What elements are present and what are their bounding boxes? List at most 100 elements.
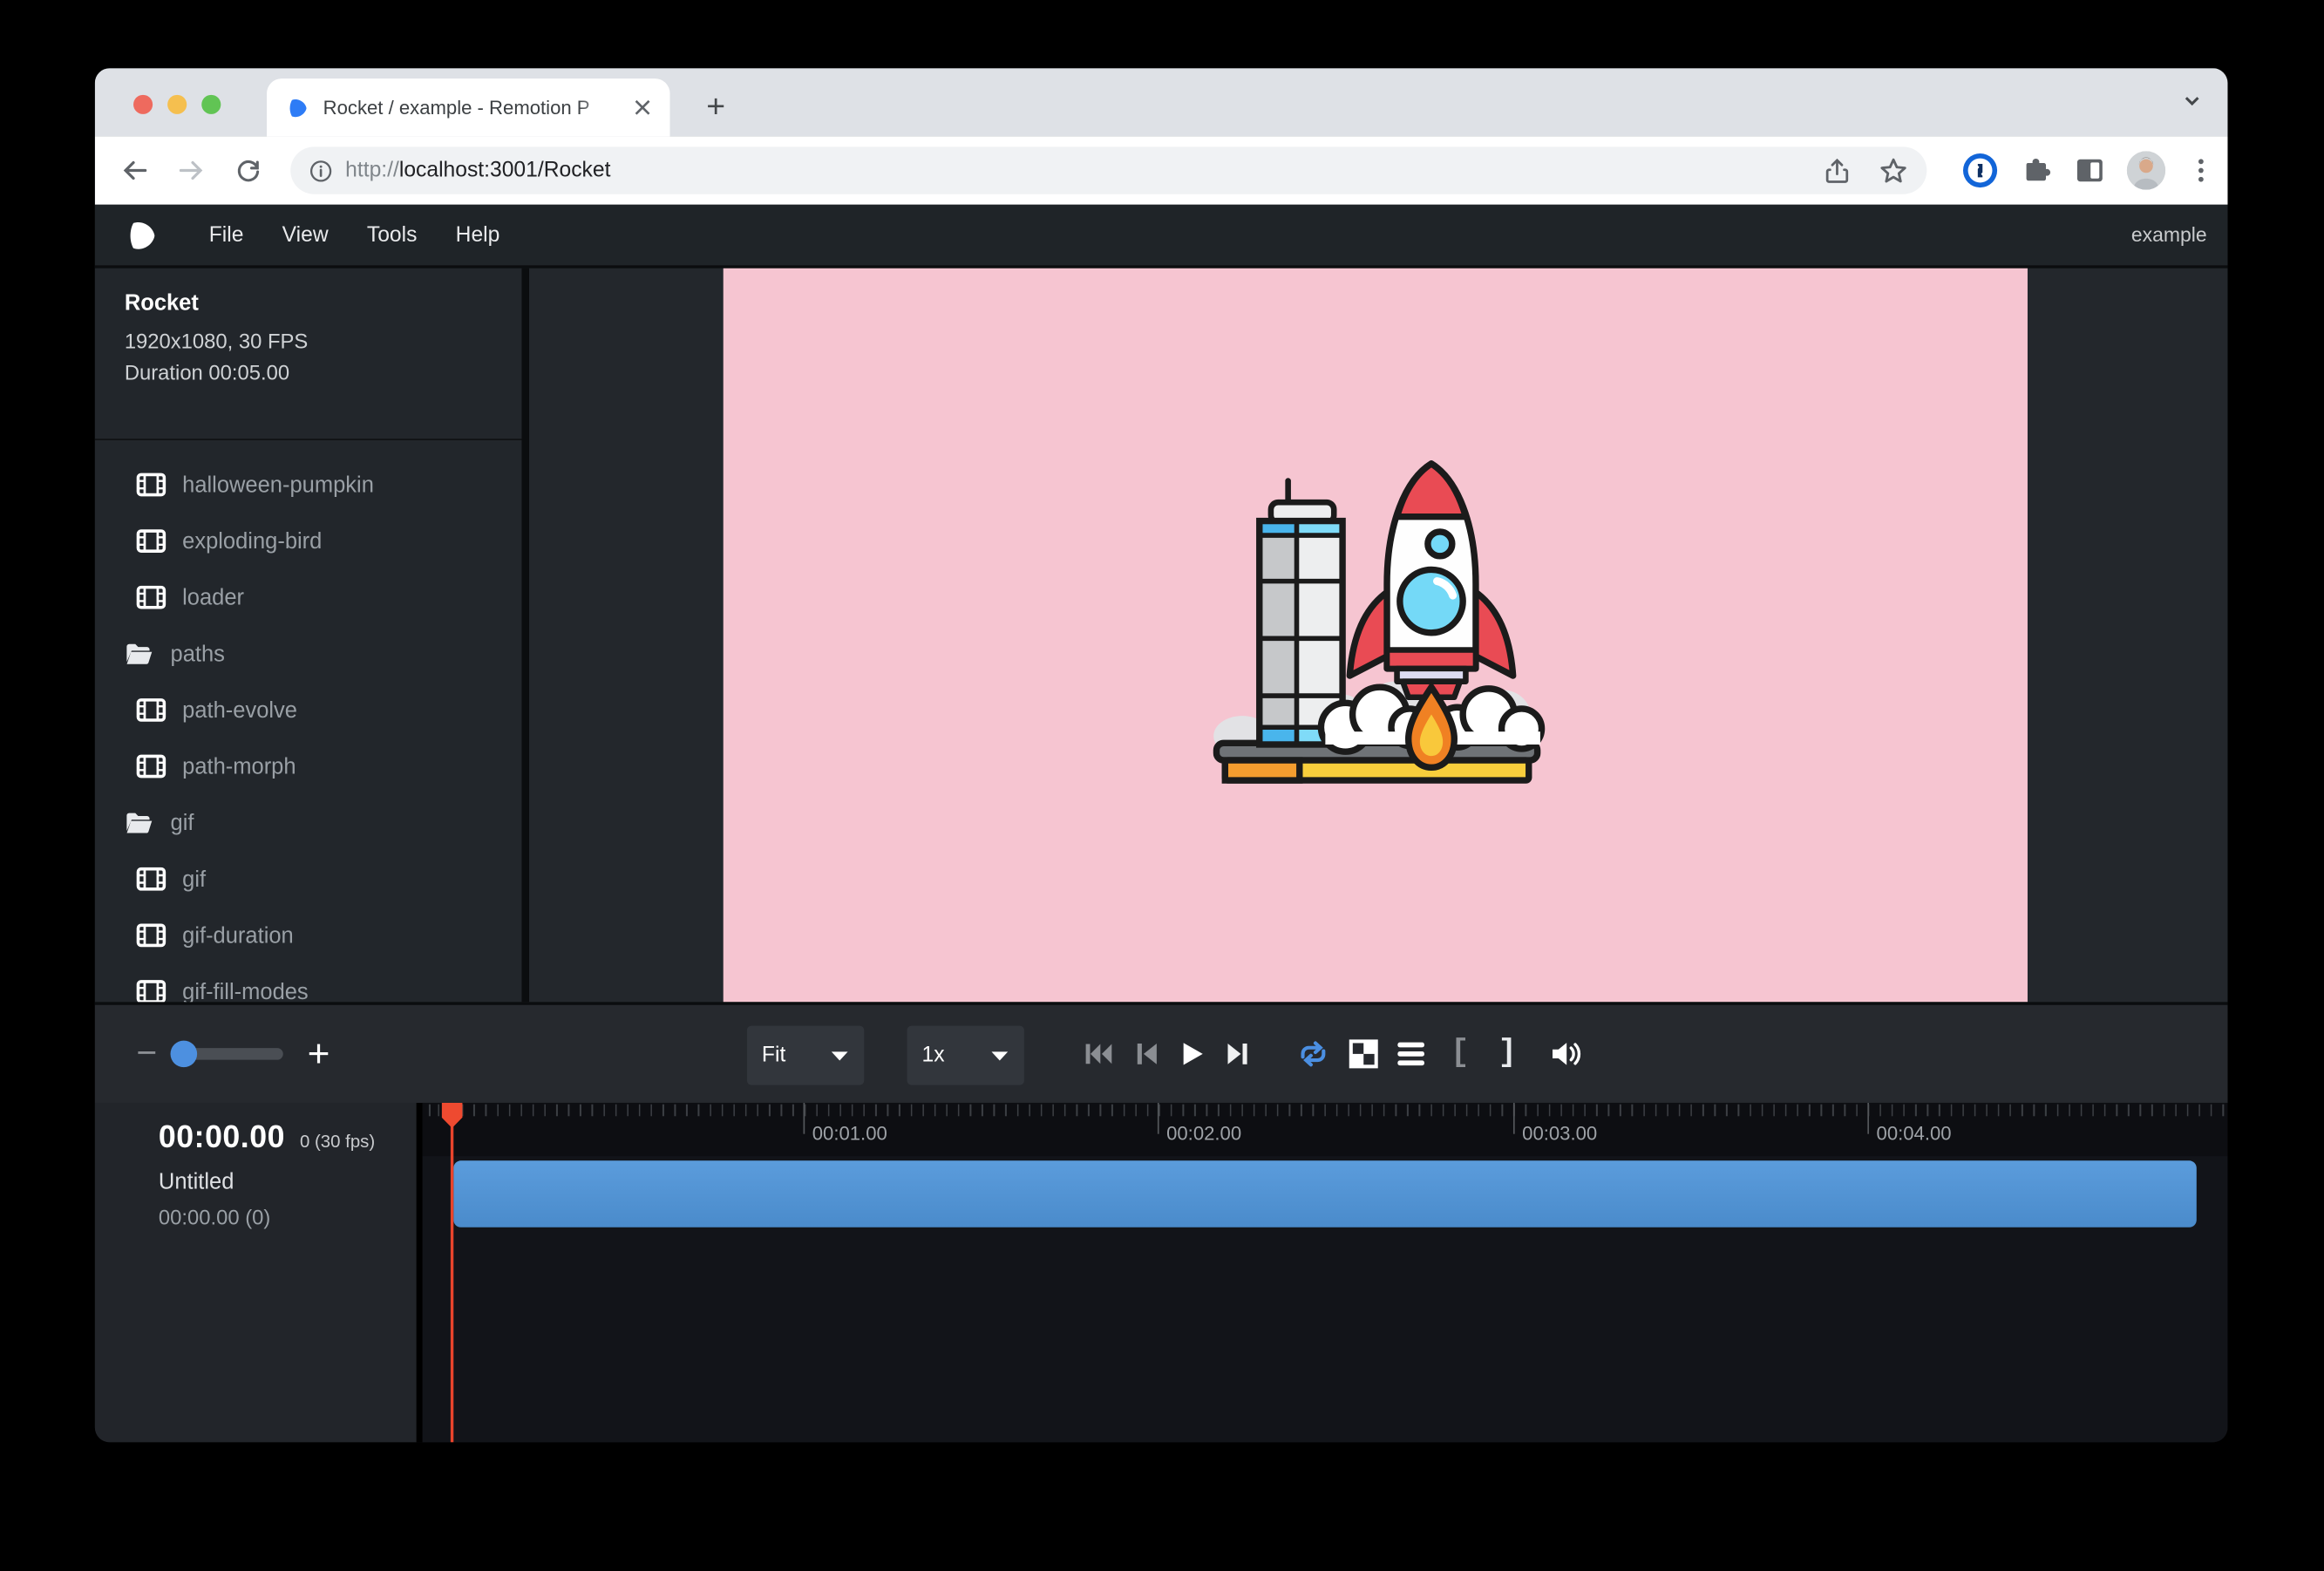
tab-title: Rocket / example - Remotion P xyxy=(323,97,614,119)
current-time-display: 00:00.00 xyxy=(159,1120,285,1156)
playback-speed-value: 1x xyxy=(922,1044,945,1067)
film-icon xyxy=(136,698,166,722)
remotion-logo-icon xyxy=(127,219,157,251)
menu-item[interactable]: File xyxy=(190,223,263,247)
menu-item[interactable]: Help xyxy=(437,223,520,247)
timeline-rows-icon[interactable] xyxy=(1396,1041,1426,1068)
current-frame-display: 0 (30 fps) xyxy=(300,1131,375,1152)
film-icon xyxy=(136,867,166,891)
tab-close-icon[interactable] xyxy=(629,94,656,121)
composition-label: gif-fill-modes xyxy=(182,979,309,1004)
back-icon[interactable] xyxy=(112,148,157,193)
play-icon[interactable] xyxy=(1179,1039,1206,1069)
second-tick: 00:01.00 xyxy=(804,1103,805,1134)
window-controls xyxy=(133,95,221,114)
forward-icon[interactable] xyxy=(169,148,214,193)
second-tick: 00:03.00 xyxy=(1513,1103,1515,1134)
folder-open-icon xyxy=(125,811,154,834)
minimize-window-button[interactable] xyxy=(167,95,187,114)
composition-list-item[interactable]: loader xyxy=(95,569,522,626)
composition-info: Rocket 1920x1080, 30 FPS Duration 00:05.… xyxy=(95,269,522,440)
second-tick-label: 00:03.00 xyxy=(1522,1122,1597,1145)
project-name-label: example xyxy=(2131,224,2207,247)
composition-list: halloween-pumpkin xyxy=(95,440,522,1020)
timeline-tracks-area[interactable]: 00:01.00 00:02.00 00:03.00 00:04.00 xyxy=(423,1103,2228,1442)
playback-speed-select[interactable]: 1x xyxy=(907,1026,1024,1085)
browser-menu-icon[interactable] xyxy=(2186,156,2216,186)
composition-list-item[interactable]: gif xyxy=(95,851,522,908)
timeline-divider xyxy=(417,1103,423,1442)
zoom-out-button[interactable]: − xyxy=(136,1033,157,1075)
playhead-line[interactable] xyxy=(451,1103,453,1442)
composition-label: halloween-pumpkin xyxy=(182,473,374,498)
app-menubar: FileViewToolsHelp example xyxy=(95,205,2228,269)
remotion-favicon xyxy=(288,96,310,119)
zoom-in-button[interactable]: + xyxy=(308,1031,330,1078)
composition-label: path-evolve xyxy=(182,697,297,723)
profile-avatar[interactable] xyxy=(2127,151,2165,189)
new-tab-button[interactable]: + xyxy=(697,87,735,126)
close-window-button[interactable] xyxy=(133,95,153,114)
url-text: http://localhost:3001/Rocket xyxy=(345,159,610,182)
composition-list-item[interactable]: path-morph xyxy=(95,738,522,795)
player-controls-bar: − + Fit 1x xyxy=(95,1002,2228,1103)
timeline-track-bar[interactable] xyxy=(453,1160,2197,1228)
composition-label: gif xyxy=(182,867,206,892)
extensions-puzzle-icon[interactable] xyxy=(2020,154,2052,187)
menubar-items: FileViewToolsHelp xyxy=(190,223,520,247)
zoom-slider[interactable] xyxy=(180,1048,283,1060)
bookmark-star-icon[interactable] xyxy=(1878,155,1909,187)
timeline-ruler[interactable] xyxy=(423,1103,2228,1156)
composition-resolution: 1920x1080, 30 FPS xyxy=(125,326,522,357)
second-tick: 00:02.00 xyxy=(1158,1103,1159,1134)
composition-list-item[interactable]: gif xyxy=(95,794,522,851)
composition-label: path-morph xyxy=(182,754,296,779)
chevron-down-icon xyxy=(990,1049,1009,1062)
composition-list-item[interactable]: gif-duration xyxy=(95,908,522,964)
previous-frame-icon[interactable] xyxy=(1132,1039,1159,1069)
zoom-slider-thumb[interactable] xyxy=(171,1041,198,1068)
composition-duration: Duration 00:05.00 xyxy=(125,357,522,389)
address-bar[interactable]: http://localhost:3001/Rocket xyxy=(290,146,1926,194)
password-manager-icon[interactable] xyxy=(1960,151,1999,189)
zoom-window-button[interactable] xyxy=(201,95,221,114)
panel-divider[interactable] xyxy=(521,269,529,1003)
composition-list-item[interactable]: path-evolve xyxy=(95,682,522,738)
browser-tab[interactable]: Rocket / example - Remotion P xyxy=(267,78,669,136)
composition-label: gif-duration xyxy=(182,922,294,948)
site-info-icon[interactable] xyxy=(309,158,334,183)
reload-icon[interactable] xyxy=(225,148,269,193)
film-icon xyxy=(136,529,166,553)
second-tick-label: 00:02.00 xyxy=(1166,1122,1241,1145)
composition-list-item[interactable]: halloween-pumpkin xyxy=(95,457,522,513)
film-icon xyxy=(136,754,166,778)
in-point-bracket-icon[interactable]: [ xyxy=(1451,1037,1469,1071)
film-icon xyxy=(136,980,166,1003)
composition-label: loader xyxy=(182,585,244,610)
composition-list-item[interactable]: exploding-bird xyxy=(95,513,522,569)
canvas-size-select[interactable]: Fit xyxy=(747,1026,864,1085)
share-icon[interactable] xyxy=(1823,156,1851,184)
second-tick: 00:04.00 xyxy=(1867,1103,1869,1134)
browser-toolbar: http://localhost:3001/Rocket xyxy=(95,136,2228,204)
canvas-size-value: Fit xyxy=(762,1044,785,1067)
timeline-panel: 00:00.00 0 (30 fps) Untitled 00:00.00 (0… xyxy=(95,1103,2228,1442)
chevron-down-icon xyxy=(830,1049,849,1062)
menu-item[interactable]: View xyxy=(263,223,348,247)
preview-panel xyxy=(529,269,2227,1003)
film-icon xyxy=(136,473,166,496)
jump-to-end-icon[interactable] xyxy=(1224,1039,1251,1069)
tab-search-chevron-icon[interactable] xyxy=(2180,89,2204,112)
video-canvas xyxy=(724,269,2028,1003)
volume-icon[interactable] xyxy=(1549,1039,1581,1069)
track-time-meta: 00:00.00 (0) xyxy=(159,1205,417,1228)
folder-open-icon xyxy=(125,642,154,665)
composition-list-item[interactable]: paths xyxy=(95,626,522,683)
second-tick-label: 00:04.00 xyxy=(1877,1122,1952,1145)
out-point-bracket-icon[interactable]: ] xyxy=(1498,1037,1516,1071)
side-panel-icon[interactable] xyxy=(2074,154,2106,187)
loop-icon[interactable] xyxy=(1296,1038,1330,1070)
menu-item[interactable]: Tools xyxy=(348,223,437,247)
jump-to-start-icon[interactable] xyxy=(1083,1039,1114,1069)
transparency-checkerboard-icon[interactable] xyxy=(1349,1039,1378,1069)
